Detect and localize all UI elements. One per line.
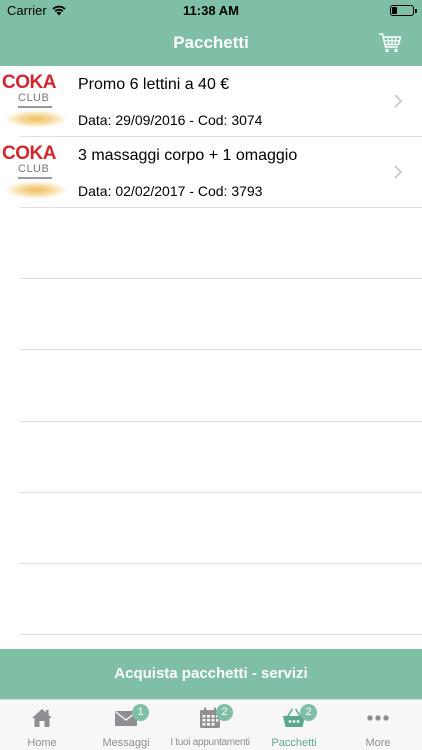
- status-time: 11:38 AM: [183, 3, 239, 18]
- more-icon: [367, 715, 389, 721]
- tab-appuntamenti[interactable]: 2 I tuoi appuntamenti: [168, 700, 252, 750]
- status-bar: Carrier 11:38 AM: [0, 0, 422, 22]
- tab-label: Home: [27, 737, 57, 749]
- chevron-right-icon: [394, 94, 402, 108]
- appointments-badge: 2: [216, 704, 233, 721]
- package-details: Data: 29/09/2016 - Cod: 3074: [78, 112, 263, 128]
- tab-more[interactable]: More: [336, 700, 420, 750]
- battery-icon: [390, 5, 417, 16]
- row-divider: [20, 563, 422, 564]
- tab-pacchetti[interactable]: 2 Pacchetti: [252, 700, 336, 750]
- package-row[interactable]: COKA CLUB 3 massaggi corpo + 1 omaggio D…: [0, 137, 422, 208]
- buy-packages-button[interactable]: Acquista pacchetti - servizi: [0, 649, 422, 699]
- tab-home[interactable]: Home: [0, 700, 84, 750]
- home-icon: [32, 709, 52, 727]
- cart-icon[interactable]: [378, 32, 402, 54]
- tab-label: Messaggi: [102, 737, 150, 749]
- tab-bar: Home 1 Messaggi 2 I tuoi appuntamenti 2 …: [0, 699, 422, 750]
- row-divider: [20, 492, 422, 493]
- tab-messaggi[interactable]: 1 Messaggi: [84, 700, 168, 750]
- header: Carrier 11:38 AM Pacchetti: [0, 0, 422, 66]
- package-details: Data: 02/02/2017 - Cod: 3793: [78, 183, 263, 199]
- page-title: Pacchetti: [173, 33, 249, 52]
- row-divider: [20, 349, 422, 350]
- coka-club-logo: COKA CLUB: [2, 72, 70, 130]
- tab-label: More: [365, 737, 391, 749]
- row-divider: [20, 634, 422, 635]
- package-title: 3 massaggi corpo + 1 omaggio: [78, 147, 298, 164]
- row-divider: [20, 278, 422, 279]
- row-divider: [20, 421, 422, 422]
- packages-badge: 2: [300, 704, 317, 721]
- coka-club-logo: COKA CLUB: [2, 143, 70, 201]
- tab-label: Pacchetti: [271, 737, 317, 749]
- packages-list: COKA CLUB Promo 6 lettini a 40 € Data: 2…: [0, 66, 422, 649]
- buy-packages-label: Acquista pacchetti - servizi: [114, 665, 308, 682]
- package-title: Promo 6 lettini a 40 €: [78, 76, 230, 93]
- chevron-right-icon: [394, 165, 402, 179]
- package-row[interactable]: COKA CLUB Promo 6 lettini a 40 € Data: 2…: [0, 66, 422, 137]
- tab-label: I tuoi appuntamenti: [170, 737, 250, 748]
- row-divider: [20, 207, 422, 208]
- messages-badge: 1: [132, 704, 149, 721]
